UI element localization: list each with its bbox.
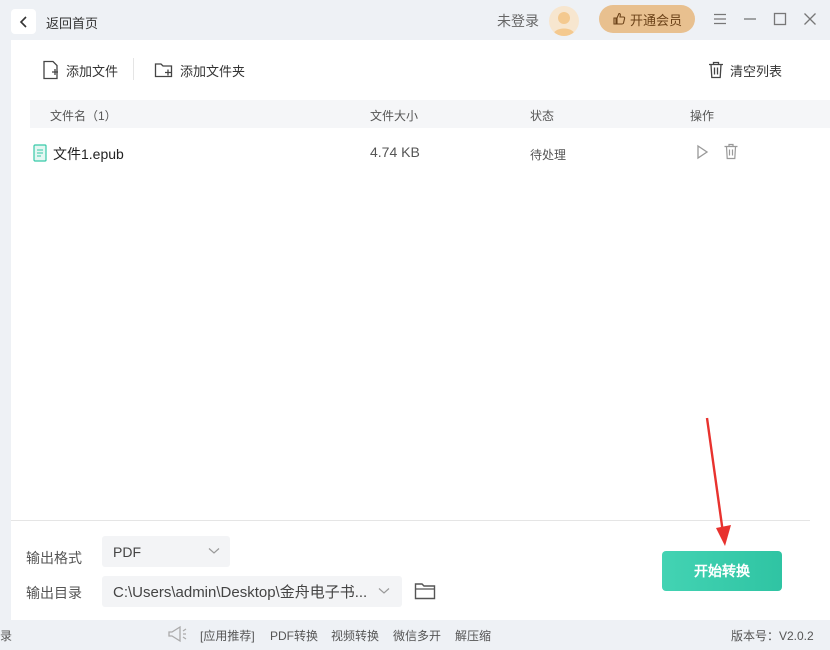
minimize-icon bbox=[744, 18, 756, 20]
file-size: 4.74 KB bbox=[370, 144, 420, 160]
play-icon[interactable] bbox=[694, 144, 710, 160]
maximize-icon bbox=[773, 12, 787, 26]
delete-icon[interactable] bbox=[723, 143, 739, 160]
maximize-button[interactable] bbox=[771, 10, 789, 28]
megaphone-icon bbox=[168, 625, 187, 643]
table-header: 文件名（1） 文件大小 状态 操作 bbox=[30, 100, 830, 128]
menu-button[interactable] bbox=[711, 10, 729, 28]
vip-label: 开通会员 bbox=[629, 12, 682, 28]
close-icon bbox=[804, 13, 816, 25]
column-header-actions: 操作 bbox=[690, 109, 715, 123]
file-status: 待处理 bbox=[530, 148, 567, 162]
thumb-up-icon bbox=[613, 12, 626, 25]
back-button[interactable] bbox=[11, 9, 36, 34]
output-format-select[interactable]: PDF bbox=[102, 536, 230, 567]
main-panel: 添加文件 添加文件夹 清空列表 文件名（1） 文件大小 状态 操作 文件1.ep… bbox=[11, 40, 830, 620]
footer: 录 [应用推荐] PDF转换 视频转换 微信多开 解压缩 版本号：V2.0.2 bbox=[0, 620, 830, 650]
footer-link-app-recommend[interactable]: [应用推荐] bbox=[200, 627, 255, 644]
back-label[interactable]: 返回首页 bbox=[46, 13, 98, 32]
column-header-status: 状态 bbox=[530, 109, 555, 123]
column-header-name: 文件名（1） bbox=[50, 109, 117, 123]
add-file-button[interactable]: 添加文件 bbox=[42, 59, 118, 81]
start-convert-button[interactable]: 开始转换 bbox=[662, 551, 782, 591]
title-bar: 返回首页 未登录 开通会员 bbox=[0, 0, 830, 40]
close-button[interactable] bbox=[801, 10, 819, 28]
folder-icon[interactable] bbox=[414, 581, 436, 601]
minimize-button[interactable] bbox=[741, 10, 759, 28]
output-dir-select[interactable]: C:\Users\admin\Desktop\金舟电子书... bbox=[102, 576, 402, 607]
column-header-size: 文件大小 bbox=[370, 109, 419, 123]
add-file-label: 添加文件 bbox=[66, 63, 119, 79]
trash-icon bbox=[709, 61, 723, 79]
version-text: 版本号：V2.0.2 bbox=[731, 629, 814, 643]
chevron-down-icon bbox=[208, 548, 220, 554]
footer-link-wechat-multi[interactable]: 微信多开 bbox=[393, 627, 441, 644]
vip-button[interactable]: 开通会员 bbox=[599, 5, 695, 33]
add-folder-button[interactable]: 添加文件夹 bbox=[154, 59, 245, 81]
footer-link-pdf-convert[interactable]: PDF转换 bbox=[270, 627, 318, 644]
chevron-down-icon bbox=[378, 588, 390, 594]
output-format-label: 输出格式 bbox=[26, 550, 82, 566]
output-dir-value: C:\Users\admin\Desktop\金舟电子书... bbox=[113, 584, 368, 601]
avatar[interactable] bbox=[549, 6, 579, 36]
login-status[interactable]: 未登录 bbox=[497, 11, 539, 31]
menu-icon bbox=[714, 13, 726, 25]
output-format-value: PDF bbox=[113, 543, 141, 560]
footer-link-video-convert[interactable]: 视频转换 bbox=[331, 627, 379, 644]
footer-left-fragment: 录 bbox=[0, 629, 13, 643]
add-file-icon bbox=[43, 60, 58, 80]
user-avatar-icon bbox=[553, 12, 575, 36]
footer-link-unzip[interactable]: 解压缩 bbox=[455, 627, 491, 644]
epub-file-icon bbox=[33, 144, 47, 162]
bottom-divider bbox=[11, 520, 810, 521]
add-folder-label: 添加文件夹 bbox=[180, 63, 246, 79]
add-folder-icon bbox=[154, 63, 173, 78]
output-dir-label: 输出目录 bbox=[26, 585, 82, 601]
chevron-left-icon bbox=[19, 15, 27, 28]
clear-list-button[interactable]: 清空列表 bbox=[708, 59, 782, 81]
file-name: 文件1.epub bbox=[53, 146, 124, 162]
clear-list-label: 清空列表 bbox=[730, 63, 783, 79]
toolbar-divider bbox=[133, 58, 134, 80]
table-row[interactable]: 文件1.epub 4.74 KB 待处理 bbox=[30, 138, 830, 168]
